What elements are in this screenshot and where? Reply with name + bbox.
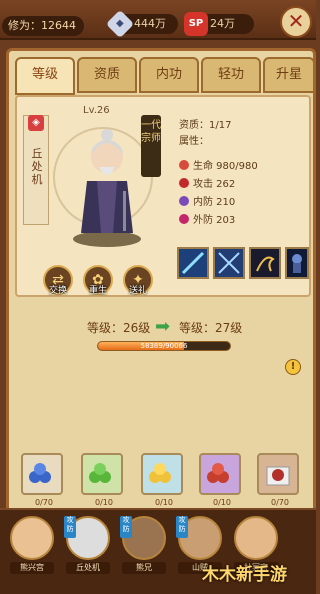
skill-slash-icon[interactable] <box>177 247 209 279</box>
item-yellow-pill[interactable]: 0/10 <box>141 453 183 507</box>
hero-level: Lv.26 <box>83 105 110 116</box>
outer-defense-icon <box>179 213 189 224</box>
silver-icon: ◆ <box>105 9 135 39</box>
stat-inner-defense-label: 内防 210 <box>193 197 236 208</box>
stat-hp-label: 生命 980/980 <box>193 161 258 172</box>
role-badge: 攻防 <box>64 516 76 538</box>
hero-panel: 等级 资质 内功 轻功 升星 ◈ 丘处机 Lv.26 一代宗师 ⇄ 交换 ✿ 重… <box>6 48 316 546</box>
tab-lightness-skill[interactable]: 轻功 <box>201 57 261 93</box>
stat-outer-defense: 外防 203 <box>179 211 235 226</box>
top-bar: 修为：12644 ◆ 444万 SP 24万 ✕ <box>0 0 316 40</box>
arrow-right-icon: ➡ <box>155 316 171 337</box>
roster-hero-2[interactable]: 攻防 丘处机 <box>64 516 112 574</box>
watermark: 木木新手游 <box>202 565 287 585</box>
roster-name: 熊兴宫 <box>10 562 54 574</box>
hero-name: 丘处机 <box>31 147 43 186</box>
tab-star-up[interactable]: 升星 <box>263 57 315 93</box>
inner-defense-icon <box>179 195 189 206</box>
stat-outer-defense-label: 外防 203 <box>193 215 236 226</box>
faction-seal-icon: ◈ <box>28 115 44 131</box>
next-level: 等级：27级 <box>179 321 243 335</box>
item-count: 0/10 <box>213 498 231 507</box>
attack-icon <box>179 177 189 188</box>
item-count: 0/10 <box>95 498 113 507</box>
item-red-box[interactable]: 0/70 <box>257 453 299 507</box>
stat-hp: 生命 980/980 <box>179 157 258 172</box>
silver-value: 444万 <box>134 17 166 30</box>
tab-aptitude[interactable]: 资质 <box>77 57 137 93</box>
tab-level[interactable]: 等级 <box>15 57 75 95</box>
sp-counter[interactable]: SP 24万 <box>184 12 254 36</box>
attributes-title: 属性： <box>179 136 209 147</box>
hint-icon[interactable]: ! <box>285 359 301 375</box>
role-badge: 攻防 <box>120 516 132 538</box>
rebirth-label: 重生 <box>88 286 107 296</box>
silver-counter[interactable]: ◆ 444万 <box>105 9 178 39</box>
rank-tag: 一代宗师 <box>141 115 161 177</box>
role-badge: 攻防 <box>176 516 188 538</box>
skill-cross-icon[interactable] <box>213 247 245 279</box>
roster-name: 熊兄 <box>122 562 166 574</box>
hero-card: ◈ 丘处机 Lv.26 一代宗师 ⇄ 交换 ✿ 重生 ✦ 送礼 资质：1/17 … <box>15 95 311 297</box>
stat-attack-label: 攻击 262 <box>193 179 236 190</box>
item-count: 0/10 <box>155 498 173 507</box>
stat-inner-defense: 内防 210 <box>179 193 235 208</box>
roster-hero-1[interactable]: 熊兴宫 <box>8 516 56 574</box>
sp-value: 24万 <box>210 17 235 30</box>
item-count: 0/70 <box>271 498 289 507</box>
tab-bar: 等级 资质 内功 轻功 升星 <box>9 57 319 95</box>
skill-shadow-icon[interactable] <box>285 247 309 279</box>
avatar <box>10 516 54 560</box>
gift-label: 送礼 <box>128 286 147 296</box>
hp-icon <box>179 159 189 170</box>
cultivation-counter: 修为：12644 <box>2 16 84 36</box>
item-count: 0/70 <box>35 498 53 507</box>
roster-hero-3[interactable]: 攻防 熊兄 <box>120 516 168 574</box>
hero-portrait <box>73 129 141 247</box>
item-green-pill[interactable]: 0/10 <box>81 453 123 507</box>
close-button[interactable]: ✕ <box>280 6 312 38</box>
aptitude-text: 资质：1/17 <box>179 120 232 131</box>
swap-label: 交换 <box>48 286 67 296</box>
stat-attack: 攻击 262 <box>179 175 235 190</box>
avatar <box>234 516 278 560</box>
tab-inner-skill[interactable]: 内功 <box>139 57 199 93</box>
roster-name: 丘处机 <box>66 562 110 574</box>
item-red-pill[interactable]: 0/10 <box>199 453 241 507</box>
current-level: 等级：26级 <box>87 321 151 335</box>
sp-icon: SP <box>184 12 208 36</box>
exp-text: 58389/90066 <box>140 342 188 350</box>
skill-dragon-icon[interactable] <box>249 247 281 279</box>
item-blue-pill[interactable]: 0/70 <box>21 453 63 507</box>
